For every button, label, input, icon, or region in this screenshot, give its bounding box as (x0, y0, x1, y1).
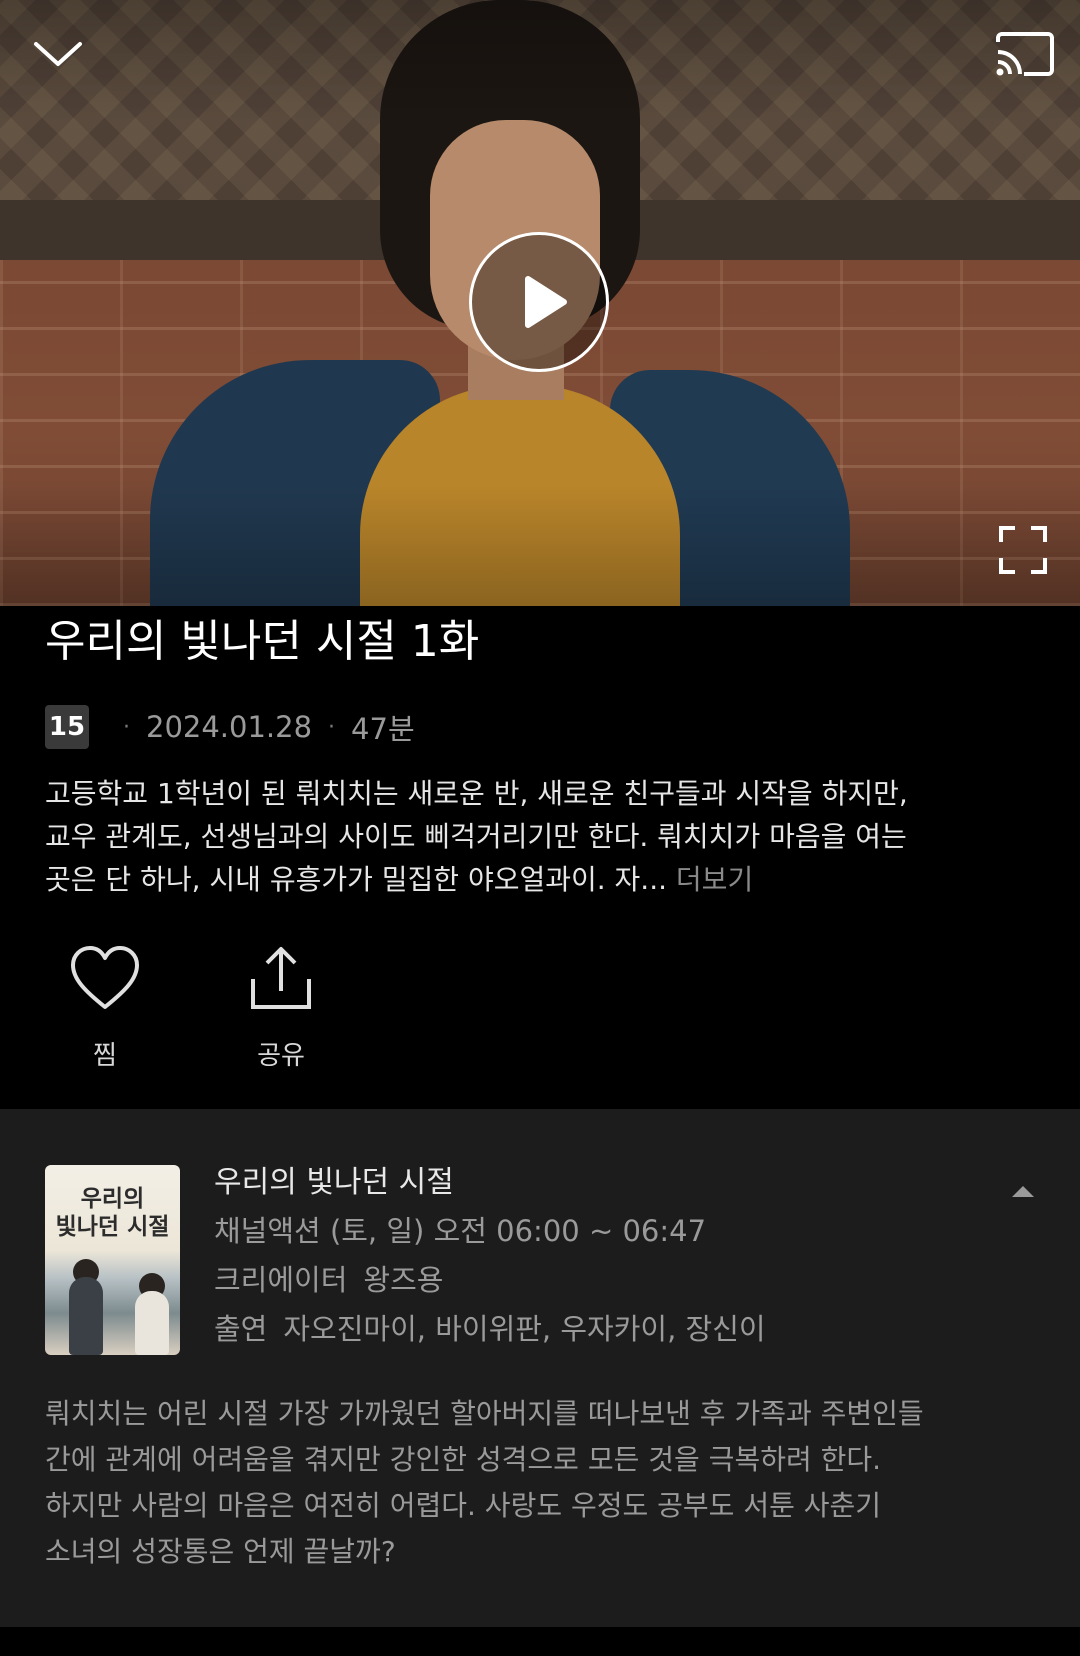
description-line: 소녀의 성장통은 언제 끝날까? (45, 1535, 396, 1568)
program-creator: 크리에이터 왕즈용 (214, 1256, 994, 1305)
synopsis-line: 고등학교 1학년이 된 뤄치치는 새로운 반, 새로운 친구들과 시작을 하지만… (45, 777, 908, 810)
synopsis-line: 교우 관계도, 선생님과의 사이도 삐걱거리기만 한다. 뤄치치가 마음을 여는 (45, 820, 907, 853)
cast-value: 자오진마이, 바이위판, 우자카이, 장신이 (283, 1312, 766, 1346)
program-cast: 출연 자오진마이, 바이위판, 우자카이, 장신이 (214, 1305, 994, 1354)
creator-value: 왕즈용 (363, 1263, 444, 1297)
action-bar: 찜 공유 (45, 939, 1035, 1079)
share-label: 공유 (257, 1041, 305, 1071)
synopsis-line-last: 곳은 단 하나, 시내 유흥가가 밀집한 야오얼과이. 자... 더보기 (45, 858, 1035, 901)
play-icon[interactable] (469, 232, 609, 372)
program-poster[interactable]: 우리의 빛나던 시절 (45, 1165, 180, 1355)
program-description: 뤄치치는 어린 시절 가장 가까웠던 할아버지를 떠나보낸 후 가족과 주변인들… (45, 1391, 1035, 1575)
poster-figure (135, 1291, 169, 1355)
synopsis-text: 곳은 단 하나, 시내 유흥가가 밀집한 야오얼과이. 자... (45, 863, 668, 896)
description-line: 뤄치치는 어린 시절 가장 가까웠던 할아버지를 떠나보낸 후 가족과 주변인들 (45, 1397, 924, 1430)
more-link[interactable]: 더보기 (676, 863, 753, 896)
episode-meta: 15 · 2024.01.28 · 47분 (45, 704, 1035, 750)
chevron-down-icon[interactable] (28, 30, 88, 80)
poster-title: 우리의 빛나던 시절 (53, 1185, 172, 1241)
meta-separator: · (123, 714, 130, 740)
video-player[interactable] (0, 0, 1080, 606)
age-rating-badge: 15 (45, 705, 89, 749)
poster-title-line: 우리의 (80, 1185, 145, 1212)
description-line: 간에 관계에 어려움을 겪지만 강인한 성격으로 모든 것을 극복하려 한다. (45, 1443, 882, 1476)
episode-synopsis: 고등학교 1학년이 된 뤄치치는 새로운 반, 새로운 친구들과 시작을 하지만… (45, 772, 1035, 901)
poster-title-line: 빛나던 시절 (55, 1213, 170, 1240)
share-icon (241, 939, 321, 1019)
program-details: 우리의 빛나던 시절 채널액션 (토, 일) 오전 06:00 ~ 06:47 … (214, 1159, 994, 1354)
program-info: 우리의 빛나던 시절 우리의 빛나던 시절 채널액션 (토, 일) 오전 06:… (0, 1109, 1080, 1627)
program-title[interactable]: 우리의 빛나던 시절 (214, 1159, 994, 1207)
episode-info: 우리의 빛나던 시절 1화 15 · 2024.01.28 · 47분 고등학교… (0, 606, 1080, 1079)
share-button[interactable]: 공유 (221, 939, 341, 1079)
fullscreen-icon[interactable] (995, 522, 1051, 578)
like-label: 찜 (93, 1041, 117, 1071)
poster-figure (69, 1277, 103, 1355)
chevron-up-icon[interactable] (1008, 1181, 1038, 1201)
running-time: 47분 (351, 712, 415, 746)
like-button[interactable]: 찜 (45, 939, 165, 1079)
cast-label: 출연 (214, 1312, 268, 1346)
meta-separator: · (328, 714, 336, 740)
air-date: 2024.01.28 (146, 710, 313, 744)
episode-title: 우리의 빛나던 시절 1화 (45, 616, 480, 667)
cast-icon[interactable] (990, 28, 1060, 84)
creator-label: 크리에이터 (214, 1263, 348, 1297)
heart-icon (65, 939, 145, 1019)
program-schedule: 채널액션 (토, 일) 오전 06:00 ~ 06:47 (214, 1214, 707, 1248)
description-line: 하지만 사람의 마음은 여전히 어렵다. 사랑도 우정도 공부도 서툰 사춘기 (45, 1489, 882, 1522)
